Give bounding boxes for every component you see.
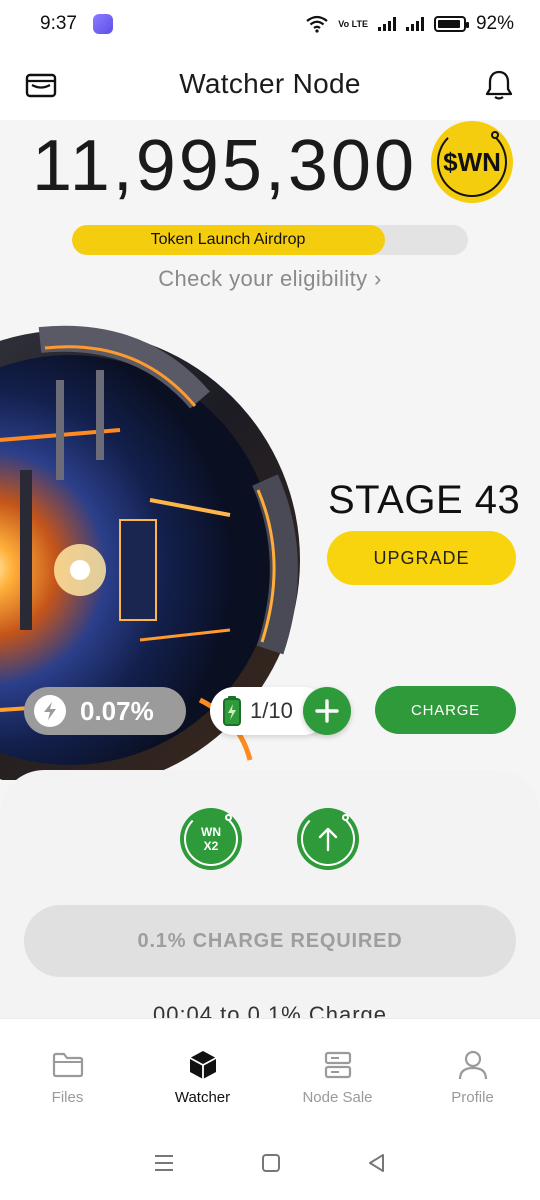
stage-label: STAGE 43 [328, 478, 521, 522]
status-right: Vo LTE 92% [306, 13, 514, 35]
eligibility-link[interactable]: Check your eligibility › [0, 266, 540, 292]
folder-icon [52, 1049, 84, 1081]
nav-item-profile[interactable]: Profile [405, 1019, 540, 1126]
cube-icon [187, 1049, 219, 1081]
token-dot-icon [491, 131, 499, 139]
upgrade-arrow-button[interactable] [297, 808, 359, 870]
charge-button[interactable]: CHARGE [375, 686, 516, 734]
plus-icon [315, 699, 339, 723]
signal-icon-1 [377, 17, 396, 31]
add-battery-button[interactable] [303, 687, 351, 735]
back-triangle-icon[interactable] [367, 1153, 387, 1173]
eligibility-text: Check your eligibility [158, 266, 368, 291]
charge-required-button[interactable]: 0.1% CHARGE REQUIRED [24, 905, 516, 977]
app-header: Watcher Node [0, 48, 540, 120]
green-battery-icon [223, 696, 241, 726]
volte-icon: Vo LTE [338, 18, 368, 29]
wn-x2-boost-button[interactable]: WN X2 [180, 808, 242, 870]
nav-label-node-sale: Node Sale [302, 1089, 373, 1106]
nav-label-watcher: Watcher [174, 1089, 231, 1106]
balance-amount: 11,995,300 [32, 126, 418, 206]
app-notification-icon [92, 14, 113, 34]
bottom-sheet [0, 770, 540, 1030]
nav-label-files: Files [51, 1089, 84, 1106]
lightning-icon [34, 695, 66, 727]
chevron-right-icon: › [374, 266, 382, 291]
server-icon [322, 1049, 354, 1081]
boost-dot-icon [225, 814, 232, 821]
recents-menu-icon[interactable] [153, 1154, 175, 1172]
nav-item-watcher[interactable]: Watcher [135, 1019, 270, 1126]
nav-item-node-sale[interactable]: Node Sale [270, 1019, 405, 1126]
wifi-icon [306, 15, 328, 33]
battery-percent: 92% [475, 13, 514, 34]
bottom-nav: Files Watcher Node Sale Profile [0, 1018, 540, 1126]
upgrade-button[interactable]: UPGRADE [327, 531, 516, 585]
page-title: Watcher Node [179, 68, 361, 99]
bell-icon[interactable] [482, 68, 516, 102]
battery-count: 1/10 [250, 698, 293, 723]
energy-pill: 0.07% [24, 687, 186, 735]
arrow-dot-icon [342, 814, 349, 821]
nav-label-profile: Profile [451, 1089, 494, 1106]
status-bar: 9:37 Vo LTE 92% [0, 0, 540, 48]
system-nav-bar [0, 1126, 540, 1200]
status-time: 9:37 [40, 13, 77, 34]
signal-icon-2 [405, 17, 424, 31]
nav-item-files[interactable]: Files [0, 1019, 135, 1126]
home-square-icon[interactable] [261, 1153, 281, 1173]
person-icon [457, 1049, 489, 1081]
battery-icon [433, 16, 469, 32]
wallet-icon[interactable] [24, 68, 58, 102]
energy-value: 0.07% [80, 695, 154, 726]
airdrop-label: Token Launch Airdrop [150, 231, 306, 248]
token-badge: $WN [431, 121, 513, 203]
